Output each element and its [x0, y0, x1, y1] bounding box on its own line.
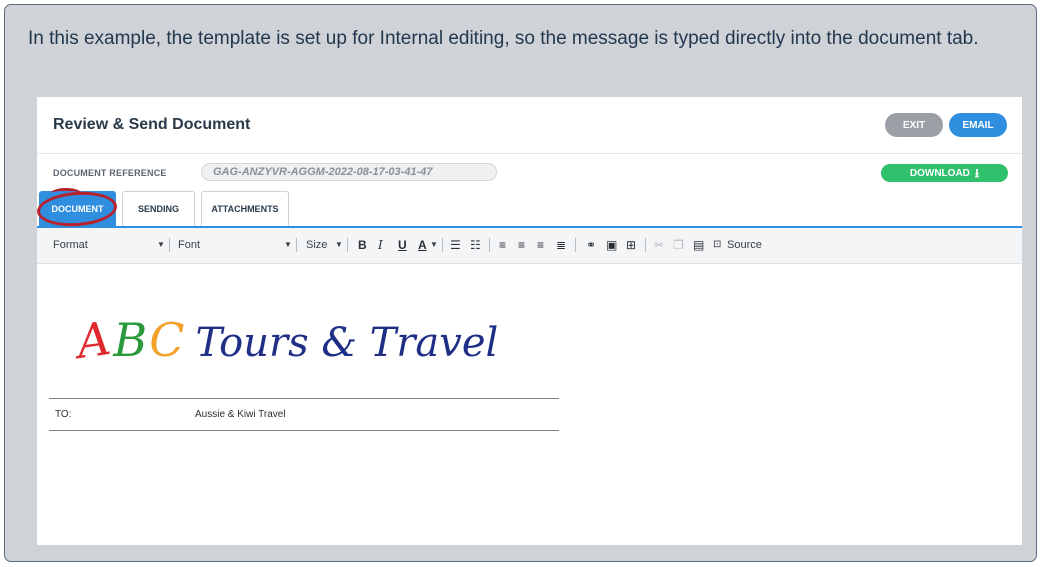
image-icon[interactable]: ▣: [606, 237, 617, 253]
email-button[interactable]: EMAIL: [949, 113, 1007, 137]
format-dropdown[interactable]: Format: [53, 238, 88, 252]
recipient-table: TO: Aussie & Kiwi Travel: [49, 398, 559, 431]
toolbar-divider: [575, 238, 576, 252]
download-label: DOWNLOAD: [909, 167, 970, 179]
tab-sending[interactable]: SENDING: [122, 191, 195, 226]
text-color-chevron-icon[interactable]: ▼: [430, 238, 438, 252]
format-chevron-icon[interactable]: ▼: [157, 238, 165, 252]
align-right-icon[interactable]: ≡: [537, 237, 544, 253]
size-dropdown[interactable]: Size: [306, 238, 327, 252]
document-editor[interactable]: A B C Tours & Travel TO: Aussie & Kiwi T…: [37, 264, 1022, 545]
logo-letter-a: A: [73, 310, 114, 370]
editor-toolbar: Format ▼ Font ▼ Size ▼ B I U A ▼ ☰ ☷ ≡ ≡…: [37, 228, 1022, 264]
italic-icon[interactable]: I: [378, 237, 383, 253]
align-center-icon[interactable]: ≡: [518, 237, 525, 253]
intro-text: In this example, the template is set up …: [28, 28, 979, 49]
cut-icon[interactable]: ✂: [654, 237, 664, 253]
download-button[interactable]: DOWNLOAD ⭳: [881, 164, 1008, 182]
page-title: Review & Send Document: [53, 116, 251, 133]
underline-icon[interactable]: U: [398, 237, 407, 253]
exit-button[interactable]: EXIT: [885, 113, 943, 137]
table-icon[interactable]: ⊞: [626, 237, 636, 253]
link-icon[interactable]: ⚭: [586, 237, 596, 253]
font-dropdown[interactable]: Font: [178, 238, 200, 252]
logo-text: Tours & Travel: [195, 320, 499, 366]
bulleted-list-icon[interactable]: ☷: [470, 237, 481, 253]
align-left-icon[interactable]: ≡: [499, 237, 506, 253]
toolbar-divider: [169, 238, 170, 252]
download-icon: ⭳: [974, 166, 980, 180]
font-chevron-icon[interactable]: ▼: [284, 238, 292, 252]
toolbar-divider: [489, 238, 490, 252]
document-reference-field: GAG-ANZYVR-AGGM-2022-08-17-03-41-47: [201, 163, 497, 181]
toolbar-divider: [645, 238, 646, 252]
paste-icon[interactable]: ▤: [693, 237, 704, 253]
source-icon[interactable]: ⊡: [713, 237, 721, 253]
tab-attachments[interactable]: ATTACHMENTS: [201, 191, 289, 226]
recipient-label: TO:: [49, 398, 195, 431]
logo-letter-b: B: [113, 313, 148, 367]
abc-tours-logo: A B C Tours & Travel: [73, 311, 499, 369]
justify-icon[interactable]: ≣: [556, 237, 566, 253]
table-row: TO: Aussie & Kiwi Travel: [49, 398, 559, 431]
toolbar-divider: [442, 238, 443, 252]
bold-icon[interactable]: B: [358, 237, 367, 253]
document-reference-label: DOCUMENT REFERENCE: [53, 168, 167, 178]
source-button[interactable]: Source: [727, 238, 762, 252]
header: Review & Send Document EXIT EMAIL: [37, 97, 1022, 154]
recipient-value: Aussie & Kiwi Travel: [195, 398, 559, 431]
size-chevron-icon[interactable]: ▼: [335, 238, 343, 252]
toolbar-divider: [347, 238, 348, 252]
tab-bar: DOCUMENT SENDING ATTACHMENTS: [37, 189, 1022, 228]
review-send-window: Review & Send Document EXIT EMAIL DOCUME…: [37, 97, 1022, 545]
toolbar-divider: [296, 238, 297, 252]
annotation-circle-stroke: [51, 188, 81, 198]
numbered-list-icon[interactable]: ☰: [450, 237, 461, 253]
copy-icon[interactable]: ❐: [673, 237, 684, 253]
text-color-icon[interactable]: A: [418, 237, 427, 253]
logo-letter-c: C: [149, 313, 185, 367]
